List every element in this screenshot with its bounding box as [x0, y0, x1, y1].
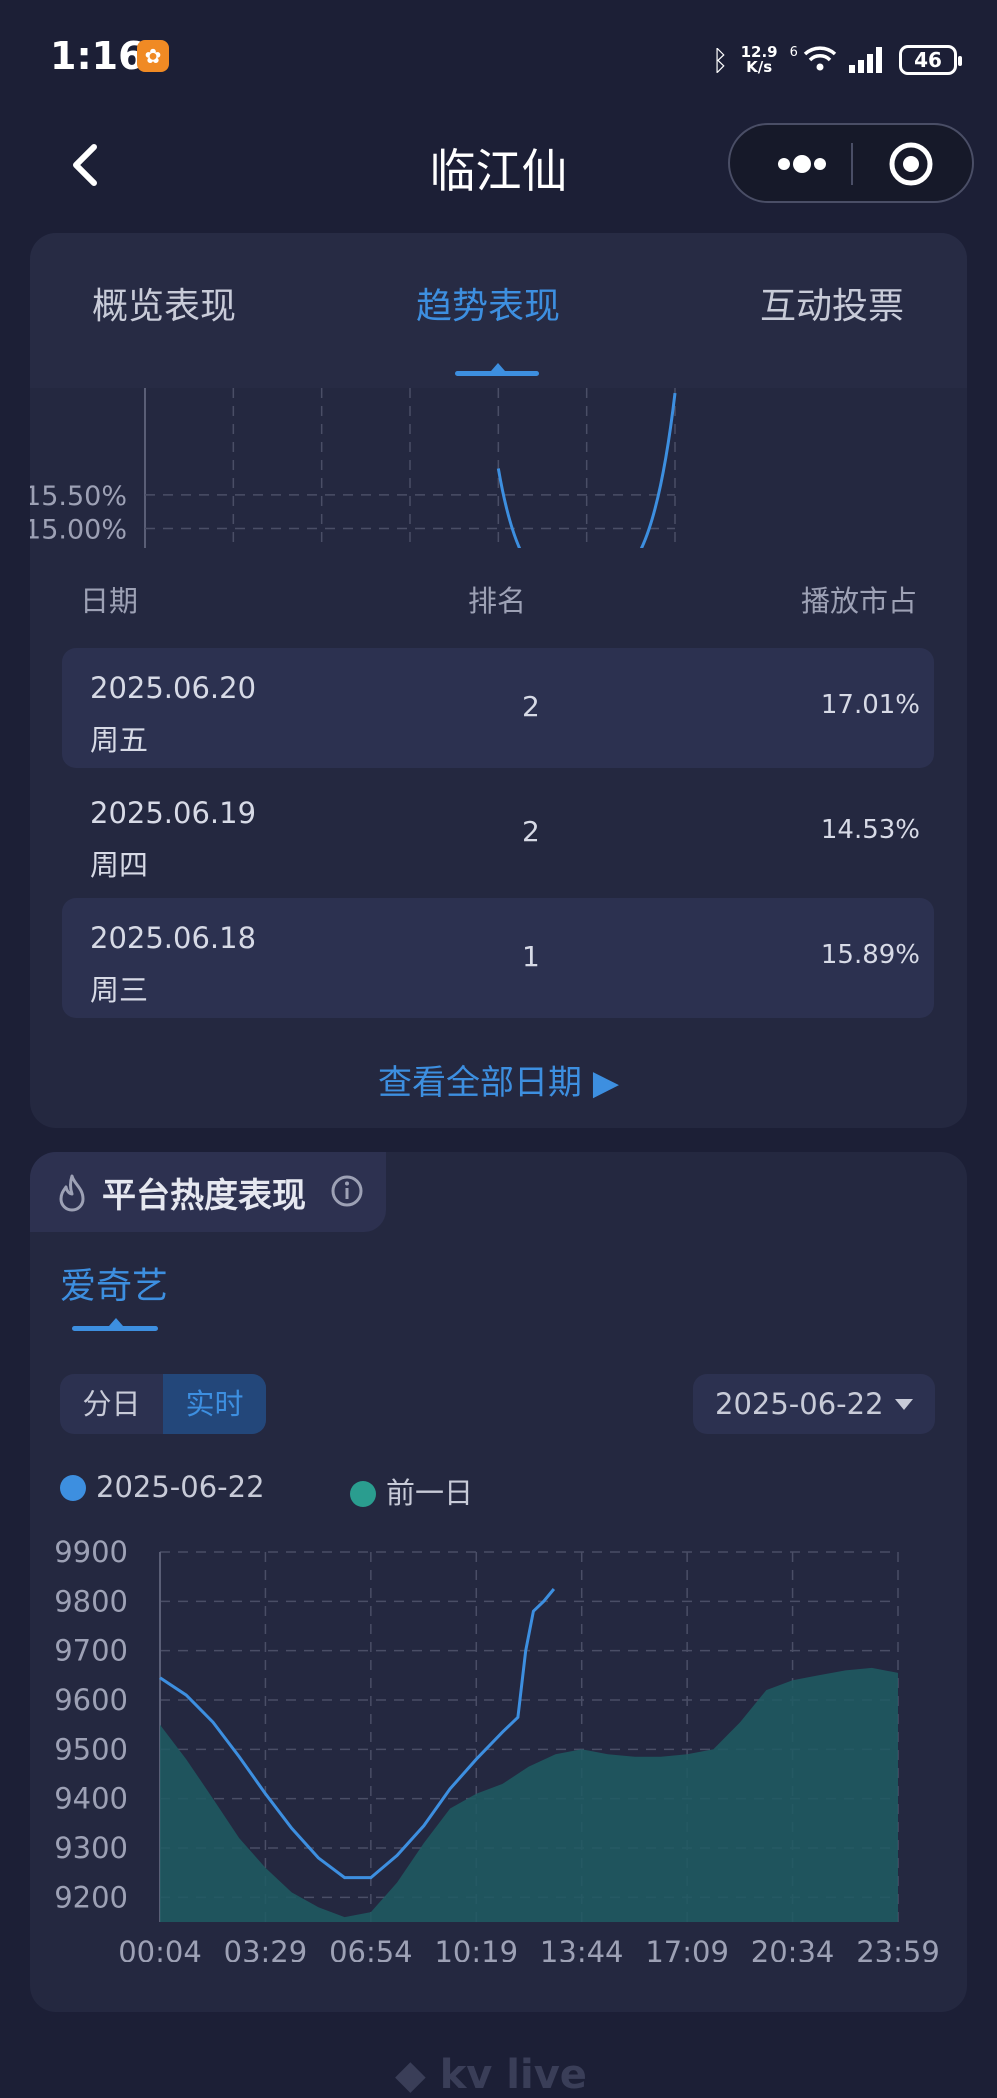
clock: 1:16: [50, 34, 145, 78]
series-area-yesterday: [160, 1667, 898, 1922]
segment-realtime[interactable]: 实时: [163, 1374, 266, 1434]
legend-label: 前一日: [386, 1476, 474, 1510]
segment-daily[interactable]: 分日: [60, 1374, 163, 1434]
legend-label: 2025-06-22: [96, 1470, 265, 1504]
nav-bar: 临江仙: [0, 115, 997, 215]
table-row: 2025.06.19 周四 2 14.53%: [62, 773, 934, 893]
row-date: 2025.06.20: [90, 671, 257, 705]
tab-trend[interactable]: 趋势表现: [416, 277, 560, 329]
active-tab-indicator: [455, 363, 539, 376]
y-tick-label: 15.50%: [30, 481, 127, 512]
tab-overview[interactable]: 概览表现: [92, 277, 236, 329]
platform-heat-card: 平台热度表现 爱奇艺 分日 实时 2025-06-22 2025-06-22 前…: [30, 1152, 967, 2012]
date-picker[interactable]: 2025-06-22: [693, 1374, 935, 1434]
row-date: 2025.06.18: [90, 921, 257, 955]
y-tick-label: 9300: [54, 1831, 128, 1865]
trend-series-line: [496, 392, 677, 548]
row-rank: 1: [522, 940, 540, 973]
x-tick-label: 03:29: [224, 1935, 308, 1962]
legend-dot: [60, 1475, 86, 1501]
net-speed: 12.9 K/s: [740, 43, 778, 76]
y-tick-label: 9700: [54, 1634, 128, 1668]
section-title: 平台热度表现: [102, 1176, 306, 1216]
header-share: 播放市占: [800, 584, 917, 618]
granularity-toggle: 分日 实时: [60, 1374, 266, 1434]
row-share: 17.01%: [820, 690, 920, 720]
flame-icon: [59, 1174, 85, 1212]
legend-item-today[interactable]: 2025-06-22: [60, 1470, 265, 1504]
date-picker-value: 2025-06-22: [715, 1387, 884, 1421]
watermark-logo: ◆ kv live: [395, 2052, 587, 2098]
y-tick-label: 15.00%: [30, 515, 127, 546]
platform-tab-indicator: [72, 1318, 158, 1331]
table-row: 2025.06.18 周三 1 15.89%: [62, 898, 934, 1018]
header-rank: 排名: [468, 584, 527, 618]
info-icon[interactable]: [330, 1174, 364, 1208]
close-miniprogram-button[interactable]: [856, 125, 972, 203]
caret-down-icon: [895, 1399, 913, 1410]
y-tick-label: 9200: [54, 1880, 128, 1914]
table-row: 2025.06.20 周五 2 17.01%: [62, 648, 934, 768]
row-weekday: 周五: [90, 723, 149, 757]
x-tick-label: 00:04: [118, 1935, 202, 1962]
market-share-trend-chart: 15.50%15.00%14.53% 06.1406.1506.1606.170…: [30, 388, 677, 548]
system-icons: ᛒ 12.9 K/s 6 46: [711, 40, 962, 80]
header-date: 日期: [80, 584, 139, 618]
row-rank: 2: [522, 690, 540, 723]
tab-vote[interactable]: 互动投票: [760, 277, 904, 329]
y-tick-label: 14.53%: [30, 546, 127, 548]
battery-icon: 46: [899, 45, 962, 75]
mini-program-capsule: [728, 123, 974, 203]
row-weekday: 周三: [90, 973, 149, 1007]
row-weekday: 周四: [90, 848, 149, 882]
x-tick-label: 17:09: [645, 1935, 729, 1962]
y-tick-label: 9400: [54, 1782, 128, 1816]
app-notification-icon: ✿: [137, 40, 169, 72]
row-date: 2025.06.19: [90, 796, 257, 830]
x-tick-label: 23:59: [856, 1935, 940, 1962]
x-tick-label: 10:19: [434, 1935, 518, 1962]
row-share: 14.53%: [820, 815, 920, 845]
target-circle-icon: [889, 142, 933, 186]
view-all-dates-link[interactable]: 查看全部日期 ▶: [30, 1055, 967, 1104]
cell-signal-icon: [849, 47, 882, 73]
status-bar: 1:16 ✿ ᛒ 12.9 K/s 6 46: [0, 0, 997, 115]
bluetooth-icon: ᛒ: [711, 43, 729, 77]
more-dots-icon: [778, 155, 826, 173]
x-tick-label: 06:54: [329, 1935, 413, 1962]
more-button[interactable]: [750, 125, 848, 203]
table-header: 日期 排名 播放市占: [30, 578, 967, 628]
platform-tab-iqiyi[interactable]: 爱奇艺: [60, 1257, 168, 1309]
y-tick-label: 9500: [54, 1732, 128, 1766]
heat-realtime-chart: 9900 9800 9700 9600 9500 9400 9300 9200 00:04 03…: [54, 1535, 940, 1962]
y-tick-label: 9600: [54, 1683, 128, 1717]
x-tick-label: 20:34: [751, 1935, 835, 1962]
y-tick-label: 9800: [54, 1584, 128, 1618]
y-tick-label: 9900: [54, 1535, 128, 1569]
wifi-icon: 6: [790, 45, 837, 75]
legend-dot: [350, 1481, 376, 1507]
capsule-divider: [851, 143, 853, 185]
trend-card: 概览表现 趋势表现 互动投票 15.50%15.00%14.53% 06.140…: [30, 233, 967, 1128]
row-share: 15.89%: [820, 940, 920, 970]
legend-item-yesterday[interactable]: 前一日: [350, 1470, 473, 1512]
x-tick-label: 13:44: [540, 1935, 624, 1962]
tab-bar: 概览表现 趋势表现 互动投票: [30, 233, 967, 388]
row-rank: 2: [522, 815, 540, 848]
section-header: 平台热度表现: [30, 1152, 386, 1232]
